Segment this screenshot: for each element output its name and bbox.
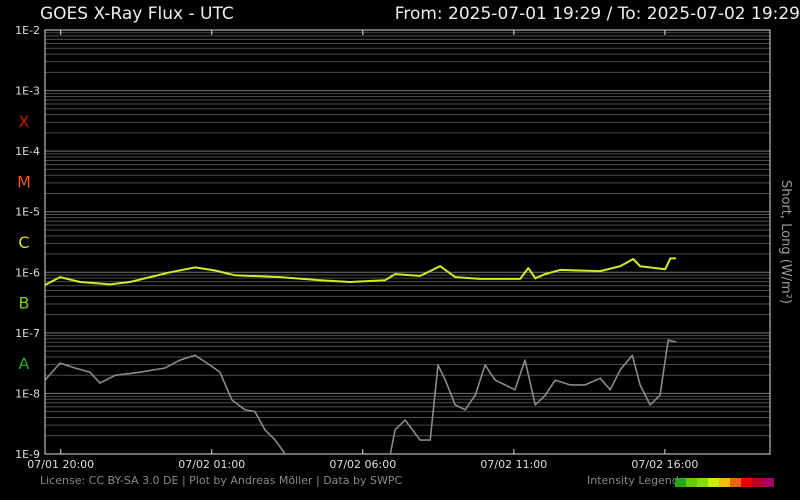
legend-swatch-6 xyxy=(741,478,752,487)
flare-class-label: B xyxy=(19,294,30,313)
y-tick-label: 1E-5 xyxy=(15,206,40,219)
y-tick-label: 1E-3 xyxy=(15,85,40,98)
license-text: License: CC BY-SA 3.0 DE | Plot by Andre… xyxy=(40,474,403,487)
legend-swatch-3 xyxy=(708,478,719,487)
legend-swatch-0 xyxy=(675,478,686,487)
legend-swatch-2 xyxy=(697,478,708,487)
flare-class-label: M xyxy=(17,172,31,191)
legend-swatch-5 xyxy=(730,478,741,487)
y-axis-label: Short, Long (W/m²) xyxy=(778,180,793,304)
legend-swatch-1 xyxy=(686,478,697,487)
y-tick-label: 1E-6 xyxy=(15,266,40,279)
legend-swatch-4 xyxy=(719,478,730,487)
y-tick-label: 1E-7 xyxy=(15,327,40,340)
long-flux-line xyxy=(45,257,677,286)
y-tick-label: 1E-8 xyxy=(15,387,40,400)
y-tick-label: 1E-4 xyxy=(15,145,40,158)
flare-class-label: A xyxy=(19,354,30,373)
x-tick-label: 07/02 11:00 xyxy=(480,458,547,471)
xray-flux-chart: 1E-21E-31E-41E-51E-61E-71E-81E-9XMCBA07/… xyxy=(15,24,793,471)
intensity-legend xyxy=(675,478,774,487)
x-tick-label: 07/02 16:00 xyxy=(631,458,698,471)
x-tick-label: 07/02 06:00 xyxy=(329,458,396,471)
intensity-legend-label: Intensity Legend xyxy=(587,474,679,487)
legend-swatch-8 xyxy=(763,478,774,487)
flare-class-label: X xyxy=(19,112,30,131)
x-tick-label: 07/02 01:00 xyxy=(178,458,245,471)
x-tick-label: 07/01 20:00 xyxy=(27,458,94,471)
legend-swatch-7 xyxy=(752,478,763,487)
y-tick-label: 1E-2 xyxy=(15,24,40,37)
flare-class-label: C xyxy=(18,233,29,252)
